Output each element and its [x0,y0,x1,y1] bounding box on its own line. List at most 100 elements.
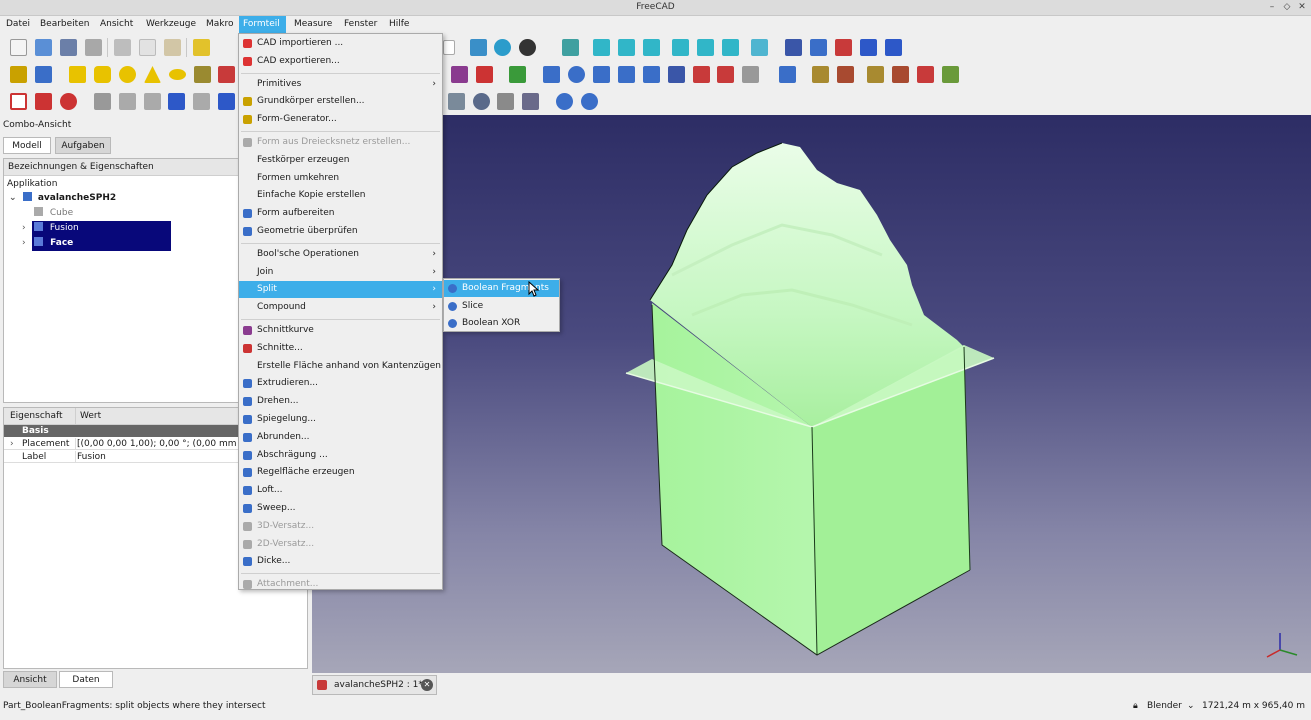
minimize-icon[interactable]: – [1266,1,1278,13]
cut-icon[interactable] [114,39,131,56]
fuse-icon[interactable] [60,93,77,110]
common-icon[interactable] [94,93,111,110]
nav-style-selector[interactable]: Blender [1147,701,1182,711]
compound-filter-icon[interactable] [218,93,235,110]
menu-item-12[interactable]: Geometrie überprüfen [239,223,442,240]
menu-fenster[interactable]: Fenster [340,16,381,33]
section-toolbar-icon[interactable] [451,66,468,83]
menu-item-7[interactable]: Form aus Dreiecksnetz erstellen... [239,134,442,151]
menu-measure[interactable]: Measure [290,16,336,33]
split-item-2[interactable]: Boolean XOR [444,315,559,332]
explode-icon[interactable] [193,93,210,110]
menu-item-5[interactable]: Form-Generator... [239,111,442,128]
menu-item-23[interactable]: Drehen... [239,393,442,410]
thickness-toolbar-icon[interactable] [779,66,796,83]
menu-item-4[interactable]: Grundkörper erstellen... [239,93,442,110]
measure-icon[interactable] [751,39,768,56]
print-icon[interactable] [85,39,102,56]
draw-style-icon[interactable] [519,39,536,56]
open-file-icon[interactable] [35,39,52,56]
link-icon[interactable] [785,39,802,56]
fit-selection-icon[interactable] [494,39,511,56]
left-view-icon[interactable] [722,39,739,56]
chamfer-toolbar-icon[interactable] [643,66,660,83]
menu-item-16[interactable]: Split › [239,281,442,299]
new-file-icon[interactable] [10,39,27,56]
extrude-toolbar-icon[interactable] [543,66,560,83]
cross-sections-toolbar-icon[interactable] [476,66,493,83]
close-tab-icon[interactable]: ✕ [421,679,433,691]
expand-arrow-icon[interactable]: › [22,221,26,236]
menu-item-34[interactable]: Attachment... [239,576,442,593]
collapse-arrow-icon[interactable]: ⌄ [9,193,17,203]
copy-icon[interactable] [139,39,156,56]
menu-item-22[interactable]: Extrudieren... [239,375,442,392]
menu-item-24[interactable]: Spiegelung... [239,411,442,428]
menu-item-21[interactable]: Erstelle Fläche anhand von Kantenzügen [239,358,442,375]
right-view-icon[interactable] [643,39,660,56]
menu-item-29[interactable]: Sweep... [239,500,442,517]
menu-formteil[interactable]: Formteil [239,16,286,33]
measure-toggle-icon[interactable] [917,66,934,83]
tree-item-cube[interactable]: Cube [34,206,174,221]
join-embed-icon[interactable] [144,93,161,110]
compound-icon[interactable] [168,93,185,110]
split-item-1[interactable]: Slice [444,298,559,315]
primitives-toolbar-icon[interactable] [194,66,211,83]
menu-item-8[interactable]: Festkörper erzeugen [239,152,442,169]
rotate-view-icon[interactable] [448,93,465,110]
shape-builder-toolbar-icon[interactable] [218,66,235,83]
menu-item-30[interactable]: 3D-Versatz... [239,518,442,535]
offset-toolbar-icon[interactable] [742,66,759,83]
menu-bearbeiten[interactable]: Bearbeiten [36,16,93,33]
mirror-toolbar-icon[interactable] [593,66,610,83]
maximize-icon[interactable]: ◇ [1281,1,1293,13]
measure-angular-icon[interactable] [837,66,854,83]
cut-boolean-icon[interactable] [35,93,52,110]
measure-3d-icon[interactable] [942,66,959,83]
menu-item-11[interactable]: Form aufbereiten [239,205,442,222]
revolve-toolbar-icon[interactable] [568,66,585,83]
menu-item-19[interactable]: Schnittkurve [239,322,442,339]
measure-clear-icon[interactable] [892,66,909,83]
property-value[interactable]: Fusion [77,451,106,463]
bottom-view-icon[interactable] [697,39,714,56]
expand-arrow-icon[interactable]: › [22,236,26,251]
menu-item-32[interactable]: Dicke... [239,553,442,570]
document-tab[interactable]: avalancheSPH2 : 1* ✕ [312,675,437,695]
menu-werkzeuge[interactable]: Werkzeuge [142,16,200,33]
measure-linear-icon[interactable] [812,66,829,83]
cube-icon[interactable] [69,66,86,83]
box-zoom-icon[interactable] [497,93,514,110]
split-item-0[interactable]: Boolean Fragments [444,280,559,297]
menu-item-25[interactable]: Abrunden... [239,429,442,446]
menu-item-3[interactable]: Primitives › [239,76,442,93]
chevron-down-icon[interactable]: ⌄ [1187,701,1195,711]
3d-viewport[interactable] [312,115,1311,673]
sphere-icon[interactable] [119,66,136,83]
menu-ansicht[interactable]: Ansicht [96,16,137,33]
menu-item-28[interactable]: Loft... [239,482,442,499]
menu-item-14[interactable]: Bool'sche Operationen › [239,246,442,263]
menu-item-10[interactable]: Einfache Kopie erstellen [239,187,442,204]
view-axis-icon[interactable] [522,93,539,110]
measure-refresh-icon[interactable] [867,66,884,83]
fillet-toolbar-icon[interactable] [618,66,635,83]
menu-makro[interactable]: Makro [202,16,238,33]
folder-icon[interactable] [35,66,52,83]
link-import-icon[interactable] [810,39,827,56]
save-icon[interactable] [60,39,77,56]
face-toolbar-icon[interactable] [668,66,685,83]
tab-view[interactable]: Ansicht [3,671,57,688]
join-connect-icon[interactable] [119,93,136,110]
tab-data[interactable]: Daten [59,671,113,688]
tab-tasks[interactable]: Aufgaben [55,137,111,154]
isometric-view-icon[interactable] [562,39,579,56]
std-unlink-icon[interactable] [581,93,598,110]
workbench-dropdown[interactable] [443,40,455,55]
link-group-icon[interactable] [835,39,852,56]
front-view-icon[interactable] [593,39,610,56]
tree-item-face[interactable]: Face [32,236,171,251]
menu-hilfe[interactable]: Hilfe [385,16,413,33]
tree-item-document[interactable]: ⌄ avalancheSPH2 [9,191,209,206]
